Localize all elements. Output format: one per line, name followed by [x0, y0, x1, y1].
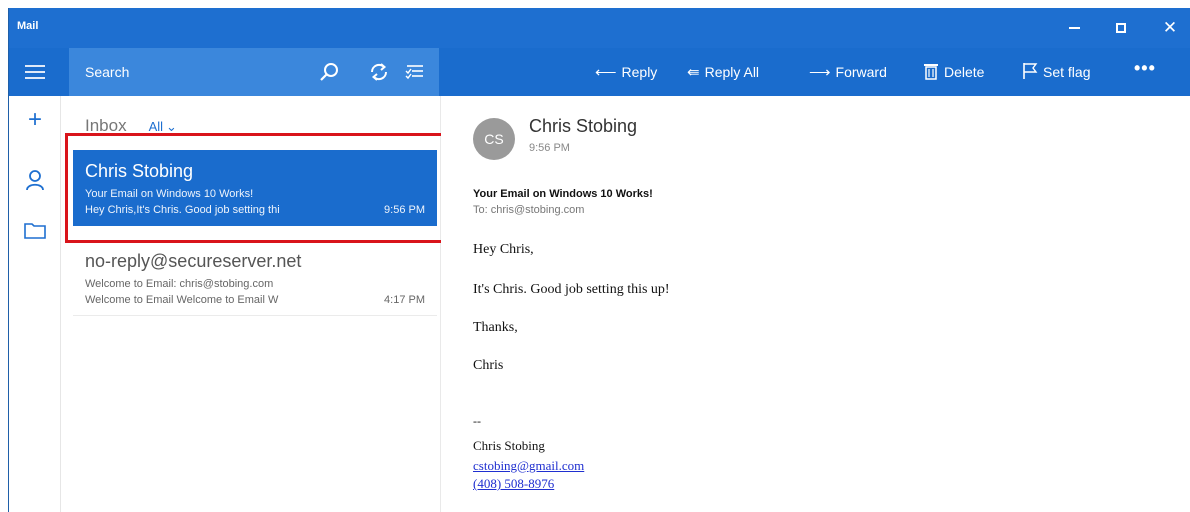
search-icon[interactable] — [317, 60, 341, 84]
sync-icon[interactable] — [367, 60, 391, 84]
delete-button[interactable]: Delete — [923, 62, 984, 82]
received-time: 9:56 PM — [529, 142, 570, 154]
left-rail: + — [9, 96, 61, 512]
filter-dropdown[interactable]: All ⌄ — [149, 119, 177, 135]
message-subject: Your Email on Windows 10 Works! — [85, 188, 254, 200]
message-sender: no-reply@secureserver.net — [85, 251, 302, 271]
message-preview-row: Welcome to Email Welcome to Email W 4:17… — [85, 292, 437, 308]
trash-icon — [923, 62, 939, 83]
signature-email-link[interactable]: cstobing@gmail.com — [473, 458, 584, 474]
maximize-icon — [1116, 23, 1126, 33]
filter-label: All — [148, 119, 164, 134]
hamburger-menu-icon[interactable] — [25, 65, 45, 79]
minimize-button[interactable] — [1059, 16, 1089, 40]
more-icon: ••• — [1134, 57, 1156, 78]
message-subject: Welcome to Email: chris@stobing.com — [85, 278, 274, 290]
email-body: It's Chris. Good job setting this up! — [473, 282, 670, 297]
email-thanks: Thanks, — [473, 320, 518, 335]
signature-name: Chris Stobing — [473, 438, 545, 453]
list-header: Inbox All ⌄ — [85, 116, 177, 136]
maximize-button[interactable] — [1106, 16, 1136, 40]
close-button[interactable]: ✕ — [1155, 16, 1185, 40]
app-title: Mail — [17, 20, 39, 32]
message-list: Inbox All ⌄ Chris Stobing Your Email on … — [61, 96, 441, 512]
mail-window: Mail ✕ Search ⟵ Reply ⇚ Reply All ⟶ Forw… — [8, 8, 1190, 512]
message-preview: Hey Chris,It's Chris. Good job setting t… — [85, 204, 280, 216]
people-icon[interactable] — [23, 168, 47, 192]
message-time: 4:17 PM — [384, 294, 425, 306]
delete-label: Delete — [944, 64, 985, 80]
signature-phone-link[interactable]: (408) 508-8976 — [473, 476, 554, 492]
chevron-down-icon: ⌄ — [166, 118, 177, 134]
signature-separator: -- — [473, 414, 481, 428]
from-name[interactable]: Chris Stobing — [529, 116, 637, 137]
folder-icon[interactable] — [23, 218, 47, 242]
message-time: 9:56 PM — [384, 204, 425, 216]
folder-title: Inbox — [85, 116, 127, 135]
email-signoff: Chris — [473, 358, 504, 373]
message-item-selected[interactable]: Chris Stobing Your Email on Windows 10 W… — [73, 150, 437, 226]
message-preview: Welcome to Email Welcome to Email W — [85, 294, 279, 306]
email-greeting: Hey Chris, — [473, 242, 534, 257]
reading-pane: CS Chris Stobing 9:56 PM Your Email on W… — [441, 96, 1190, 512]
flag-icon — [1022, 62, 1038, 83]
reply-all-button[interactable]: ⇚ Reply All — [687, 62, 759, 82]
command-bar: Search ⟵ Reply ⇚ Reply All ⟶ Forward Del… — [9, 48, 1190, 96]
to-line: To: chris@stobing.com — [473, 204, 585, 216]
reply-label: Reply — [621, 64, 658, 80]
reply-arrow-icon: ⟵ — [595, 64, 617, 81]
email-subject: Your Email on Windows 10 Works! — [473, 188, 653, 200]
reply-all-arrow-icon: ⇚ — [687, 64, 700, 81]
message-item[interactable]: no-reply@secureserver.net Welcome to Ema… — [73, 240, 437, 316]
minimize-icon — [1068, 27, 1080, 29]
title-bar: Mail ✕ — [9, 8, 1190, 48]
forward-label: Forward — [835, 64, 887, 80]
message-sender: Chris Stobing — [85, 161, 194, 181]
more-options-button[interactable]: ••• — [1134, 58, 1156, 78]
close-icon: ✕ — [1162, 18, 1178, 37]
reply-button[interactable]: ⟵ Reply — [595, 62, 657, 82]
selection-mode-icon[interactable] — [403, 60, 427, 84]
forward-button[interactable]: ⟶ Forward — [809, 62, 887, 82]
search-box[interactable]: Search — [69, 48, 439, 96]
message-preview-row: Hey Chris,It's Chris. Good job setting t… — [85, 202, 437, 218]
avatar: CS — [473, 118, 515, 160]
set-flag-button[interactable]: Set flag — [1022, 62, 1090, 82]
forward-arrow-icon: ⟶ — [809, 64, 831, 81]
set-flag-label: Set flag — [1043, 64, 1091, 80]
search-input[interactable]: Search — [85, 64, 129, 80]
reply-all-label: Reply All — [704, 64, 760, 80]
new-mail-plus-icon[interactable]: + — [23, 106, 47, 133]
